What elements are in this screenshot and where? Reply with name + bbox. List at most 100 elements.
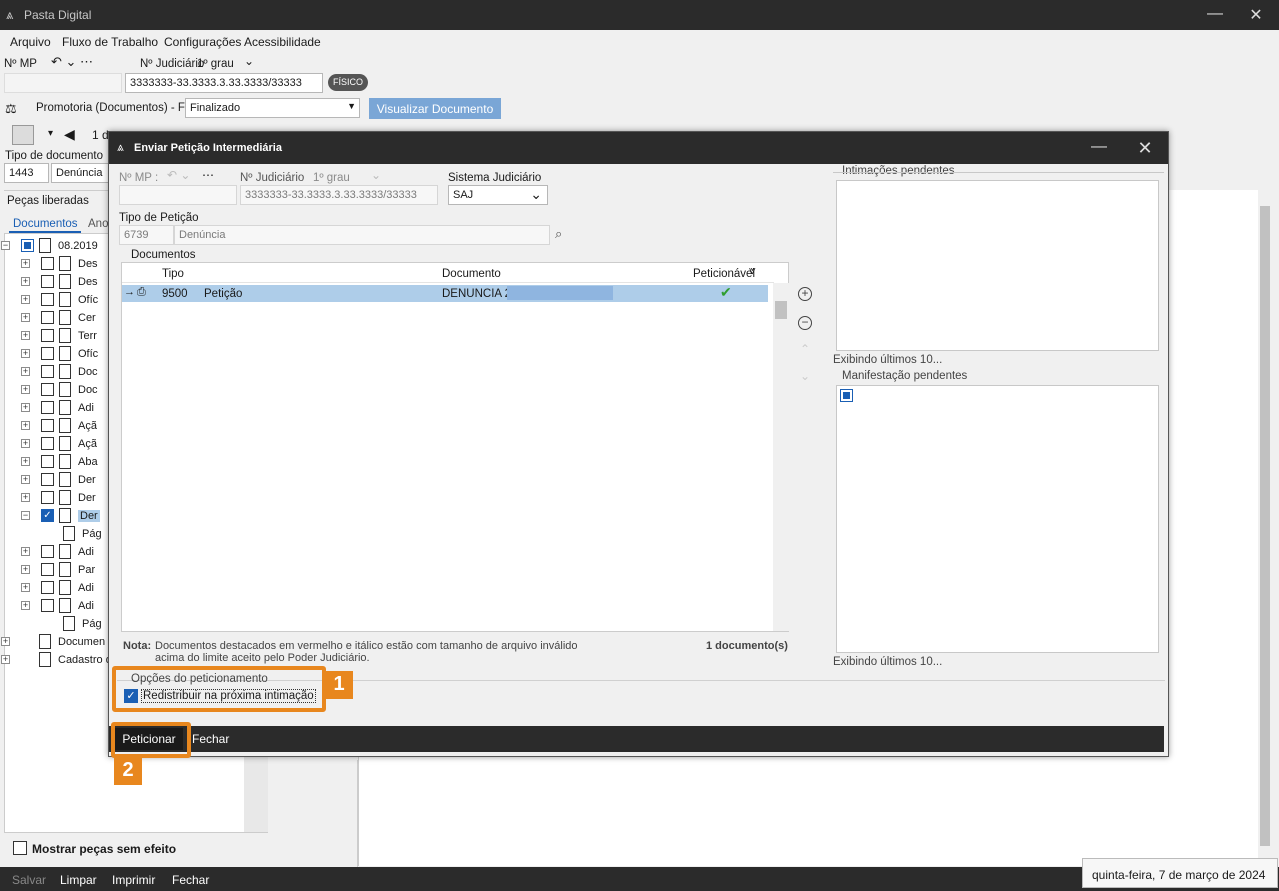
tree-item-label: Des bbox=[78, 276, 98, 288]
expand-icon[interactable]: + bbox=[21, 439, 30, 448]
viewer-scroll-thumb[interactable] bbox=[1260, 206, 1270, 846]
tree-checkbox[interactable] bbox=[41, 257, 54, 270]
menu-arquivo[interactable]: Arquivo bbox=[10, 35, 51, 49]
expand-icon[interactable]: + bbox=[21, 475, 30, 484]
checkbox-indeterminate bbox=[843, 392, 850, 399]
tree-checkbox[interactable] bbox=[41, 437, 54, 450]
salvar-button[interactable]: Salvar bbox=[12, 873, 46, 887]
tipo-code-field[interactable]: 1443 bbox=[4, 163, 49, 183]
sistema-chevron-icon: ⌄ bbox=[530, 186, 542, 202]
tree-checkbox[interactable] bbox=[41, 599, 54, 612]
tipo-name-field[interactable]: Denúncia bbox=[51, 163, 109, 183]
menu-fluxo[interactable]: Fluxo de Trabalho bbox=[62, 35, 158, 49]
document-icon bbox=[59, 328, 71, 343]
expand-icon[interactable]: − bbox=[1, 241, 10, 250]
expand-icon[interactable]: + bbox=[1, 655, 10, 664]
tree-checkbox[interactable] bbox=[41, 311, 54, 324]
tree-checkbox[interactable] bbox=[41, 401, 54, 414]
expand-icon[interactable]: + bbox=[21, 583, 30, 592]
tree-checkbox[interactable] bbox=[41, 275, 54, 288]
tree-checkbox[interactable] bbox=[21, 239, 34, 252]
menu-acessibilidade[interactable]: Acessibilidade bbox=[244, 35, 321, 49]
sistema-select[interactable]: SAJ ⌄ bbox=[448, 185, 548, 205]
tree-checkbox[interactable] bbox=[41, 491, 54, 504]
tab-documentos[interactable]: Documentos bbox=[13, 218, 78, 230]
col-peticionavel[interactable]: Peticionável bbox=[693, 268, 755, 280]
mp-field[interactable] bbox=[4, 73, 122, 93]
mostrar-checkbox[interactable] bbox=[13, 841, 27, 855]
judicial-field[interactable]: 3333333-33.3333.3.33.3333/33333 bbox=[125, 73, 323, 93]
minimize-button[interactable]: — bbox=[1205, 5, 1225, 23]
dialog-more-icon[interactable]: ⋯ bbox=[202, 168, 214, 182]
expand-icon[interactable]: + bbox=[21, 313, 30, 322]
tree-checkbox[interactable] bbox=[41, 347, 54, 360]
expand-icon[interactable]: + bbox=[21, 367, 30, 376]
tree-checkbox[interactable] bbox=[41, 365, 54, 378]
tree-checkbox[interactable]: ✓ bbox=[41, 509, 54, 522]
fechar-dialog-button[interactable]: Fechar bbox=[192, 732, 229, 746]
expand-icon[interactable]: + bbox=[21, 547, 30, 556]
mostrar-label: Mostrar peças sem efeito bbox=[32, 842, 177, 856]
fechar-main-button[interactable]: Fechar bbox=[172, 873, 209, 887]
tree-item-label: Açã bbox=[78, 438, 97, 450]
tree-checkbox[interactable] bbox=[41, 473, 54, 486]
expand-icon[interactable]: + bbox=[21, 277, 30, 286]
sistema-value: SAJ bbox=[453, 189, 474, 201]
tree-checkbox[interactable] bbox=[41, 581, 54, 594]
col-documento[interactable]: Documento bbox=[442, 268, 501, 280]
tree-checkbox[interactable] bbox=[41, 545, 54, 558]
expand-icon[interactable]: + bbox=[1, 637, 10, 646]
dialog-close-button[interactable]: ✕ bbox=[1135, 138, 1155, 159]
viewer-scrollbar[interactable] bbox=[1258, 190, 1272, 866]
expand-icon[interactable]: + bbox=[21, 421, 30, 430]
tree-checkbox[interactable] bbox=[41, 329, 54, 342]
tab-anotacoes[interactable]: Ano bbox=[88, 218, 108, 230]
tree-checkbox[interactable] bbox=[41, 419, 54, 432]
tree-checkbox[interactable] bbox=[41, 455, 54, 468]
tree-checkbox[interactable] bbox=[41, 563, 54, 576]
expand-icon[interactable]: + bbox=[21, 403, 30, 412]
expand-icon[interactable]: + bbox=[21, 349, 30, 358]
imprimir-button[interactable]: Imprimir bbox=[112, 873, 155, 887]
expand-icon[interactable]: + bbox=[21, 259, 30, 268]
close-button[interactable]: ✕ bbox=[1246, 5, 1266, 25]
tree-item-label: Cer bbox=[78, 312, 96, 324]
document-icon bbox=[59, 454, 71, 469]
tree-item-label: Ofíc bbox=[78, 348, 99, 360]
expand-icon[interactable]: + bbox=[21, 601, 30, 610]
tree-checkbox[interactable] bbox=[41, 383, 54, 396]
search-icon[interactable]: ⌕ bbox=[555, 226, 562, 242]
highlight-2 bbox=[111, 722, 191, 758]
expand-icon[interactable]: + bbox=[21, 457, 30, 466]
document-icon bbox=[59, 508, 71, 523]
dialog-logo-icon: ⩓ bbox=[117, 140, 124, 154]
menu-configuracoes[interactable]: Configurações bbox=[164, 35, 241, 49]
documentos-label: Documentos bbox=[131, 249, 196, 261]
filter-icon[interactable]: ⩔ bbox=[749, 263, 756, 278]
move-up-icon: ⌃ bbox=[800, 342, 811, 356]
dropdown-small-icon[interactable]: ▾ bbox=[48, 128, 53, 139]
expand-icon[interactable]: − bbox=[21, 511, 30, 520]
fila-select[interactable]: Finalizado ▼ bbox=[185, 98, 360, 118]
chevron-down-icon[interactable]: ⌄ bbox=[244, 54, 254, 68]
limpar-button[interactable]: Limpar bbox=[60, 873, 97, 887]
manifestacao-checkbox[interactable] bbox=[840, 389, 853, 402]
expand-icon[interactable]: + bbox=[21, 295, 30, 304]
row-tipo: Petição bbox=[204, 288, 243, 300]
remove-icon[interactable]: − bbox=[798, 316, 812, 330]
grid-scrollbar[interactable] bbox=[773, 283, 789, 631]
expand-icon[interactable]: + bbox=[21, 493, 30, 502]
expand-icon[interactable]: + bbox=[21, 385, 30, 394]
first-page-icon[interactable]: ◀ bbox=[64, 126, 75, 143]
back-icon[interactable]: ↶ ⌄ ⋯ bbox=[51, 54, 93, 70]
add-icon[interactable]: + bbox=[798, 287, 812, 301]
col-tipo[interactable]: Tipo bbox=[162, 268, 184, 280]
expand-icon[interactable]: + bbox=[21, 565, 30, 574]
tree-checkbox[interactable] bbox=[41, 293, 54, 306]
grid-scroll-thumb[interactable] bbox=[775, 301, 787, 319]
visualizar-documento-button[interactable]: Visualizar Documento bbox=[369, 98, 501, 119]
doc-view-button[interactable] bbox=[12, 125, 34, 145]
table-row[interactable]: → ⎙ 9500 Petição DENUNCIA 2 ✔ bbox=[122, 284, 768, 302]
dialog-minimize-button[interactable]: — bbox=[1089, 138, 1109, 156]
expand-icon[interactable]: + bbox=[21, 331, 30, 340]
